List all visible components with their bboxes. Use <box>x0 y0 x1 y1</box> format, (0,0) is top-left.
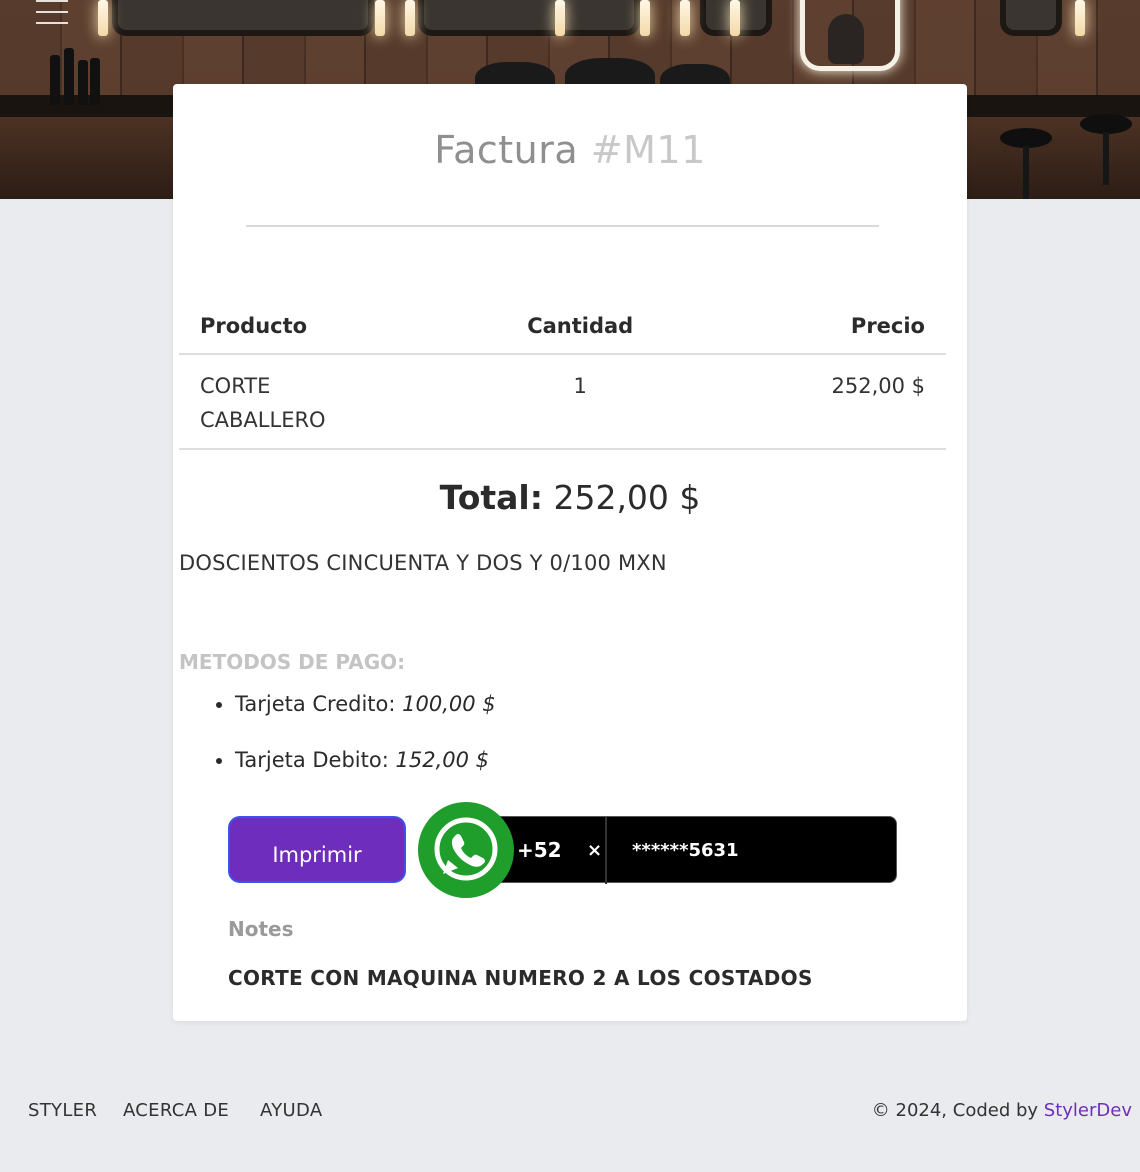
invoice-title: Factura #M11 <box>0 128 1140 172</box>
payment-method-label: Tarjeta Credito: <box>235 692 396 716</box>
payment-method-amount: 100,00 $ <box>402 692 496 716</box>
payment-methods-list: Tarjeta Credito: 100,00 $ Tarjeta Debito… <box>179 686 496 798</box>
table-header-row: Producto Cantidad Precio <box>179 306 946 355</box>
copyright-brand-link[interactable]: StylerDev <box>1044 1100 1132 1121</box>
invoice-number: #M11 <box>590 128 706 172</box>
total-value: 252,00 $ <box>553 478 701 517</box>
product-name-line2: CABALLERO <box>200 408 326 432</box>
invoice-title-prefix: Factura <box>434 128 579 172</box>
column-header-product: Producto <box>179 306 451 355</box>
list-item: Tarjeta Debito: 152,00 $ <box>235 742 496 798</box>
footer-copyright: © 2024, Coded by StylerDev <box>872 1100 1132 1121</box>
notes-text: CORTE CON MAQUINA NUMERO 2 A LOS COSTADO… <box>228 966 813 990</box>
payment-method-amount: 152,00 $ <box>395 748 490 772</box>
column-header-price: Precio <box>709 306 946 355</box>
price-cell: 252,00 $ <box>709 354 946 450</box>
footer-link-styler[interactable]: STYLER <box>28 1100 97 1121</box>
column-header-quantity: Cantidad <box>451 306 710 355</box>
footer-link-about[interactable]: ACERCA DE <box>123 1100 229 1121</box>
print-button[interactable]: Imprimir <box>228 816 406 883</box>
payment-methods-title: METODOS DE PAGO: <box>179 650 406 674</box>
total-in-words: DOSCIENTOS CINCUENTA Y DOS Y 0/100 MXN <box>179 551 667 575</box>
table-row: CORTE CABALLERO 1 252,00 $ <box>179 354 946 450</box>
phone-number-input[interactable]: ******5631 <box>632 817 739 884</box>
invoice-total: Total: 252,00 $ <box>0 478 1140 517</box>
notes-label: Notes <box>228 917 294 941</box>
hamburger-menu-icon[interactable] <box>36 0 68 26</box>
country-code[interactable]: +52 <box>517 817 562 884</box>
title-divider <box>246 225 879 227</box>
field-divider <box>605 817 607 884</box>
list-item: Tarjeta Credito: 100,00 $ <box>235 686 496 742</box>
clear-phone-button[interactable]: × <box>587 817 602 884</box>
whatsapp-icon[interactable] <box>418 802 514 898</box>
product-name-line1: CORTE <box>200 374 271 398</box>
copyright-text: © 2024, Coded by <box>871 1100 1039 1121</box>
total-label: Total: <box>439 478 543 517</box>
payment-method-label: Tarjeta Debito: <box>235 748 389 772</box>
invoice-items-table: Producto Cantidad Precio CORTE CABALLERO… <box>179 306 946 450</box>
footer-link-help[interactable]: AYUDA <box>260 1100 322 1121</box>
quantity-cell: 1 <box>451 354 710 450</box>
product-cell: CORTE CABALLERO <box>179 354 451 450</box>
whatsapp-phone-field[interactable]: +52 × ******5631 <box>490 816 897 884</box>
